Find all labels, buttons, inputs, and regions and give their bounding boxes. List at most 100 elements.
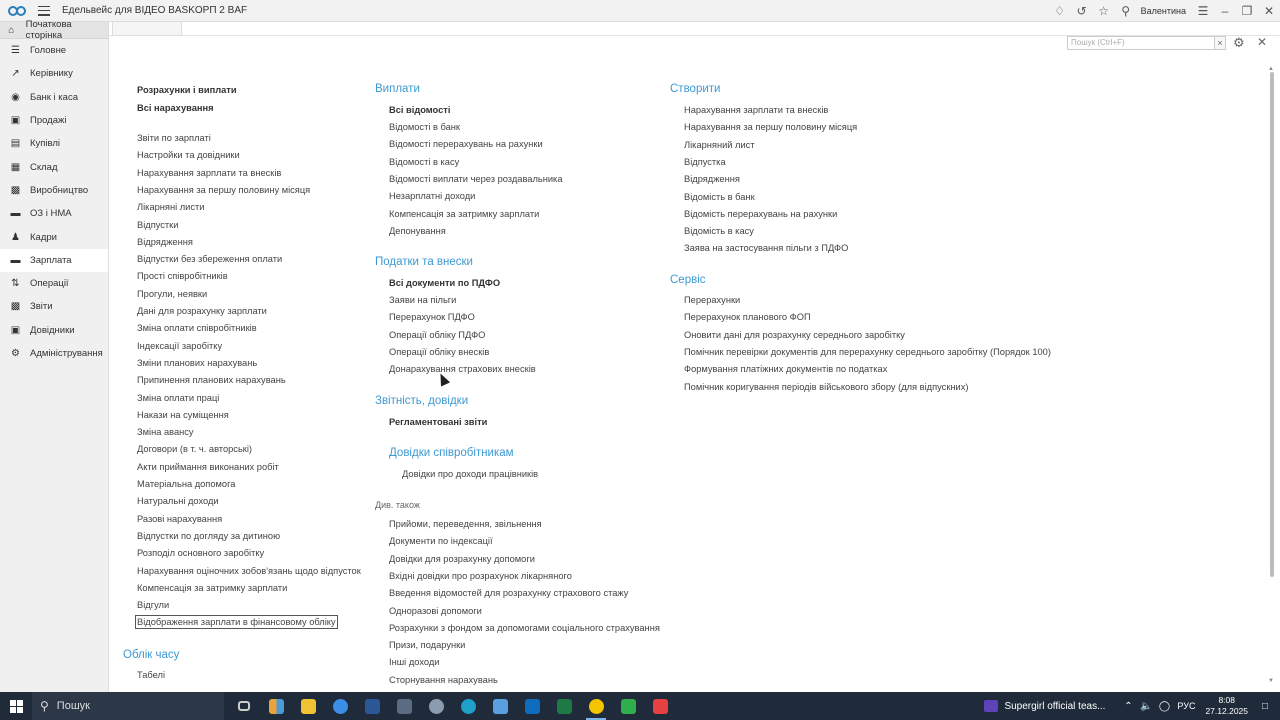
sidebar-item-hr[interactable]: ♟ Кадри	[0, 225, 108, 248]
salary-nav-link[interactable]: Відпустки	[137, 220, 178, 230]
salary-nav-link[interactable]: Нарахування за першу половину місяця	[137, 185, 310, 195]
salary-nav-link[interactable]: Дані для розрахунку зарплати	[137, 306, 267, 316]
outlook-icon[interactable]	[516, 692, 548, 720]
see-also-link[interactable]: Інші доходи	[389, 657, 439, 667]
minimize-icon[interactable]: –	[1214, 0, 1236, 22]
create-link[interactable]: Відомість в касу	[684, 226, 754, 236]
service-link[interactable]: Перерахунки	[684, 295, 740, 305]
see-also-link[interactable]: Розрахунки з фондом за допомогами соціал…	[389, 623, 660, 633]
salary-nav-link[interactable]: Індексації заробітку	[137, 341, 222, 351]
network-icon[interactable]: ◯	[1155, 701, 1173, 712]
sidebar-item-bank[interactable]: ◉ Банк і каса	[0, 86, 108, 109]
salary-nav-link[interactable]: Відрядження	[137, 237, 193, 247]
salary-nav-link[interactable]: Відгули	[137, 600, 169, 610]
payouts-link[interactable]: Компенсація за затримку зарплати	[389, 209, 539, 219]
sidebar-item-sales[interactable]: ▣ Продажі	[0, 109, 108, 132]
sidebar-item-assets[interactable]: ▬ ОЗ і НМА	[0, 202, 108, 225]
restore-icon[interactable]: ❐	[1236, 0, 1258, 22]
see-also-link[interactable]: Документи по індексації	[389, 536, 493, 546]
salary-nav-link[interactable]: Настройки та довідники	[137, 150, 240, 160]
create-link[interactable]: Відомість в банк	[684, 192, 755, 202]
salary-nav-link[interactable]: Нарахування оціночних зобов'язань щодо в…	[137, 566, 361, 576]
salary-nav-link[interactable]: Компенсація за затримку зарплати	[137, 583, 287, 593]
salary-nav-link[interactable]: Накази на суміщення	[137, 410, 229, 420]
payouts-link[interactable]: Відомості виплати через роздавальника	[389, 174, 563, 184]
see-also-link[interactable]: Довідки для розрахунку допомоги	[389, 554, 535, 564]
taxes-link[interactable]: Операції обліку внесків	[389, 347, 489, 357]
taxes-heading[interactable]: Податки та внески	[375, 256, 473, 268]
star-icon[interactable]: ☆	[1093, 0, 1115, 22]
sidebar-item-production[interactable]: ▩ Виробництво	[0, 179, 108, 202]
sidebar-item-manager[interactable]: ↗ Керівнику	[0, 62, 108, 85]
create-link[interactable]: Відомість перерахувань на рахунки	[684, 209, 837, 219]
panel-settings-icon[interactable]: ⚙	[1233, 35, 1245, 51]
search-input[interactable]: Пошук (Ctrl+F)	[1067, 36, 1215, 50]
file-explorer-icon[interactable]	[292, 692, 324, 720]
create-link[interactable]: Відрядження	[684, 174, 740, 184]
scrollbar[interactable]: ▲ ▼	[1268, 66, 1276, 686]
income-certificates-link[interactable]: Довідки про доходи працівників	[402, 469, 538, 479]
close-window-icon[interactable]: ✕	[1258, 0, 1280, 22]
taxes-link[interactable]: Операції обліку ПДФО	[389, 330, 485, 340]
salary-nav-link[interactable]: Разові нарахування	[137, 514, 222, 524]
all-statements-link[interactable]: Всі відомості	[389, 105, 450, 115]
salary-nav-link[interactable]: Зміна авансу	[137, 427, 194, 437]
reporting-heading[interactable]: Звітність, довідки	[375, 395, 468, 407]
see-also-link[interactable]: Призи, подарунки	[389, 640, 465, 650]
sidebar-item-salary[interactable]: ▬ Зарплата	[0, 248, 108, 272]
see-also-link[interactable]: Вхідні довідки про розрахунок лікарняног…	[389, 571, 572, 581]
taxes-link[interactable]: Донарахування страхових внесків	[389, 364, 536, 374]
volume-icon[interactable]: 🔈	[1137, 701, 1155, 712]
menu-icon[interactable]	[38, 5, 50, 16]
create-link[interactable]: Відпустка	[684, 157, 726, 167]
calculator-icon[interactable]	[388, 692, 420, 720]
service-link[interactable]: Формування платіжних документів по подат…	[684, 364, 887, 374]
create-link[interactable]: Нарахування зарплати та внесків	[684, 105, 828, 115]
word-icon[interactable]	[356, 692, 388, 720]
all-accruals-link[interactable]: Всі нарахування	[137, 103, 214, 113]
edge-icon[interactable]	[452, 692, 484, 720]
settings-menu-icon[interactable]: ☰	[1192, 0, 1214, 22]
sidebar-item-admin[interactable]: ⚙ Адміністрування	[0, 342, 108, 365]
app-gear-icon[interactable]	[420, 692, 452, 720]
payouts-link[interactable]: Відомості в банк	[389, 122, 460, 132]
baf-app-icon[interactable]	[580, 692, 612, 720]
user-name[interactable]: Валентина	[1141, 6, 1186, 16]
clock[interactable]: 8:08 27.12.2025	[1205, 695, 1248, 717]
all-pdfo-docs-link[interactable]: Всі документи по ПДФО	[389, 278, 500, 288]
excel-icon[interactable]	[548, 692, 580, 720]
tab-current[interactable]	[112, 22, 182, 36]
app-green-icon[interactable]	[612, 692, 644, 720]
apps-grid-icon[interactable]	[260, 692, 292, 720]
salary-nav-link[interactable]: Натуральні доходи	[137, 496, 219, 506]
salary-nav-link[interactable]: Лікарняні листи	[137, 202, 204, 212]
create-link[interactable]: Нарахування за першу половину місяця	[684, 122, 857, 132]
salary-nav-link[interactable]: Зміна оплати співробітників	[137, 323, 257, 333]
salary-nav-link[interactable]: Звіти по зарплаті	[137, 133, 211, 143]
employee-certificates-heading[interactable]: Довідки співробітникам	[389, 447, 514, 459]
sidebar-item-purchases[interactable]: ▤ Купівлі	[0, 132, 108, 155]
salary-nav-link[interactable]: Прості співробітників	[137, 271, 228, 281]
scroll-down-icon[interactable]: ▼	[1268, 678, 1274, 684]
search-icon[interactable]: ⚲	[1115, 0, 1137, 22]
service-link[interactable]: Оновити дані для розрахунку середнього з…	[684, 330, 905, 340]
task-view-icon[interactable]	[228, 692, 260, 720]
payouts-heading[interactable]: Виплати	[375, 83, 420, 95]
service-link[interactable]: Помічник перевірки документів для перера…	[684, 347, 1051, 357]
chevron-up-icon[interactable]: ⌃	[1119, 701, 1137, 712]
sidebar-item-main[interactable]: ☰ Головне	[0, 39, 108, 62]
taxes-link[interactable]: Перерахунок ПДФО	[389, 312, 475, 322]
create-link[interactable]: Заява на застосування пільги з ПДФО	[684, 243, 848, 253]
salary-nav-link[interactable]: Відпустки без збереження оплати	[137, 254, 282, 264]
time-tracking-heading[interactable]: Облік часу	[123, 649, 179, 661]
language-indicator[interactable]: РУС	[1177, 701, 1195, 711]
service-link[interactable]: Помічник коригування періодів військовог…	[684, 382, 968, 392]
sidebar-item-reports[interactable]: ▩ Звіти	[0, 295, 108, 318]
app-logo-icon[interactable]	[8, 4, 30, 18]
payouts-link[interactable]: Відомості в касу	[389, 157, 459, 167]
payouts-link[interactable]: Відомості перерахувань на рахунки	[389, 139, 543, 149]
sidebar-item-directories[interactable]: ▣ Довідники	[0, 319, 108, 342]
sidebar-item-operations[interactable]: ⇅ Операції	[0, 272, 108, 295]
service-link[interactable]: Перерахунок планового ФОП	[684, 312, 811, 322]
sidebar-item-home[interactable]: ⌂ Початкова сторінка	[0, 19, 108, 41]
